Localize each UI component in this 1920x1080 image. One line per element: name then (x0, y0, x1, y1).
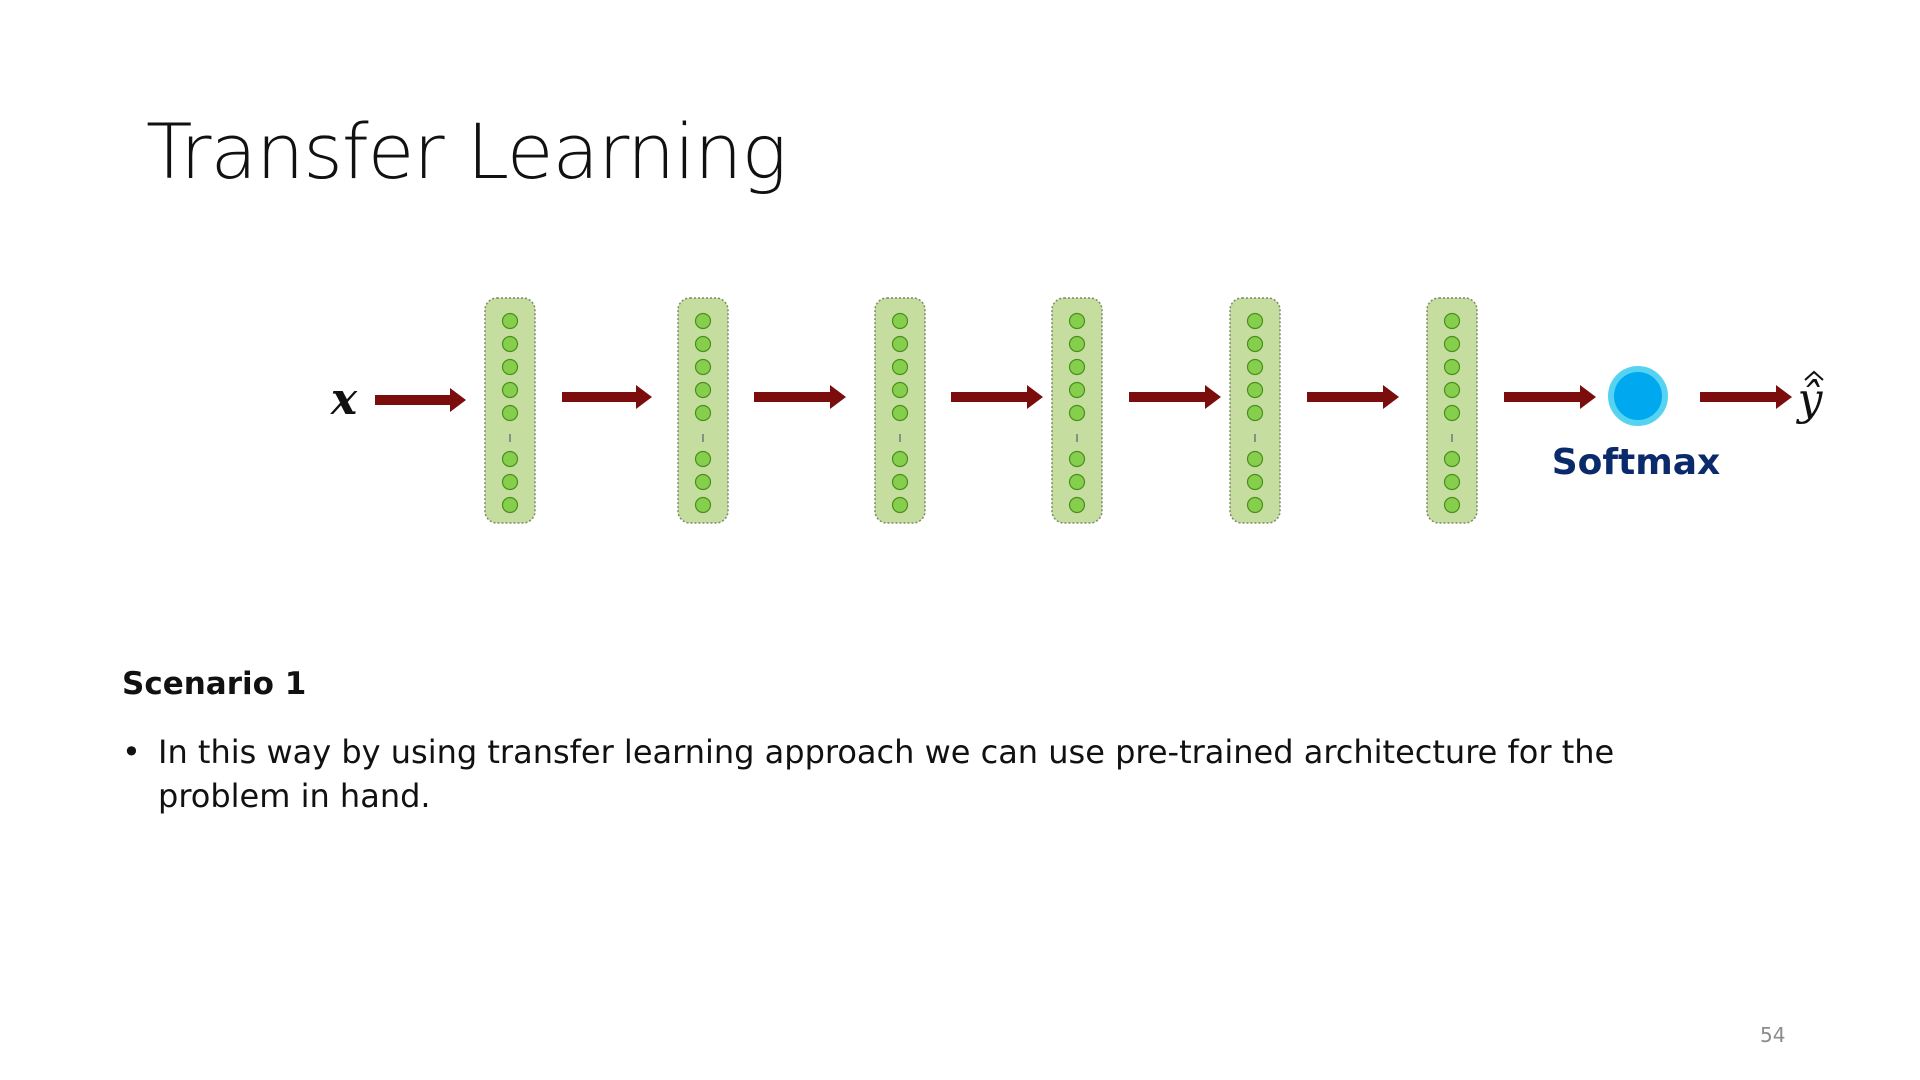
scenario-heading: Scenario 1 (122, 666, 307, 702)
neuron (1246, 473, 1264, 491)
hidden-layers (484, 297, 1478, 524)
neuron (501, 335, 519, 353)
softmax-label: Softmax (1552, 442, 1721, 483)
hidden-layer (874, 297, 926, 524)
neuron (1068, 358, 1086, 376)
flow-arrow (1307, 385, 1399, 409)
neuron (694, 335, 712, 353)
neuron (501, 404, 519, 422)
neuron (1068, 496, 1086, 514)
neuron (1246, 404, 1264, 422)
neuron (694, 358, 712, 376)
neuron (1068, 404, 1086, 422)
neuron (1246, 312, 1264, 330)
neuron (1246, 358, 1264, 376)
neuron (891, 473, 909, 491)
neuron (501, 496, 519, 514)
neuron (1443, 450, 1461, 468)
neuron (1068, 381, 1086, 399)
flow-arrow (562, 385, 652, 409)
neuron (694, 496, 712, 514)
neuron (891, 404, 909, 422)
neuron (501, 381, 519, 399)
flow-arrow (1129, 385, 1221, 409)
neuron (694, 473, 712, 491)
bullet-text: In this way by using transfer learning a… (158, 733, 1615, 815)
neuron (501, 358, 519, 376)
hidden-layer (1229, 297, 1281, 524)
neuron (891, 335, 909, 353)
neuron (694, 404, 712, 422)
neuron (1246, 450, 1264, 468)
neuron (1443, 404, 1461, 422)
flow-arrow (375, 388, 466, 412)
neuron (1068, 450, 1086, 468)
neuron (1068, 335, 1086, 353)
flow-arrow (1700, 385, 1792, 409)
neuron (891, 450, 909, 468)
softmax-unit (1608, 366, 1668, 426)
neuron (891, 381, 909, 399)
bullet-symbol: • (122, 733, 141, 771)
flow-arrow (951, 385, 1043, 409)
hidden-layer (677, 297, 729, 524)
flow-arrow (754, 385, 846, 409)
neuron (1443, 312, 1461, 330)
neuron (694, 381, 712, 399)
bullet-item: • In this way by using transfer learning… (122, 730, 1682, 818)
output-y-hat-label: ŷ (1796, 374, 1824, 425)
neuron (891, 358, 909, 376)
neuron (1443, 358, 1461, 376)
neuron (694, 312, 712, 330)
neuron (1246, 335, 1264, 353)
page-number: 54 (1760, 1023, 1786, 1047)
neuron (501, 473, 519, 491)
neuron (1443, 381, 1461, 399)
neuron (1068, 473, 1086, 491)
flow-arrow (1504, 385, 1596, 409)
neuron (891, 496, 909, 514)
hidden-layer (484, 297, 536, 524)
network-diagram: x Softmax ŷ (330, 297, 1824, 524)
neuron (694, 450, 712, 468)
neuron (501, 312, 519, 330)
input-x-label: x (330, 374, 358, 425)
neuron (1443, 473, 1461, 491)
neuron (501, 450, 519, 468)
neuron (891, 312, 909, 330)
neuron (1246, 381, 1264, 399)
neuron (1443, 335, 1461, 353)
neuron (1246, 496, 1264, 514)
neuron (1068, 312, 1086, 330)
neuron (1443, 496, 1461, 514)
hidden-layer (1051, 297, 1103, 524)
hidden-layer (1426, 297, 1478, 524)
